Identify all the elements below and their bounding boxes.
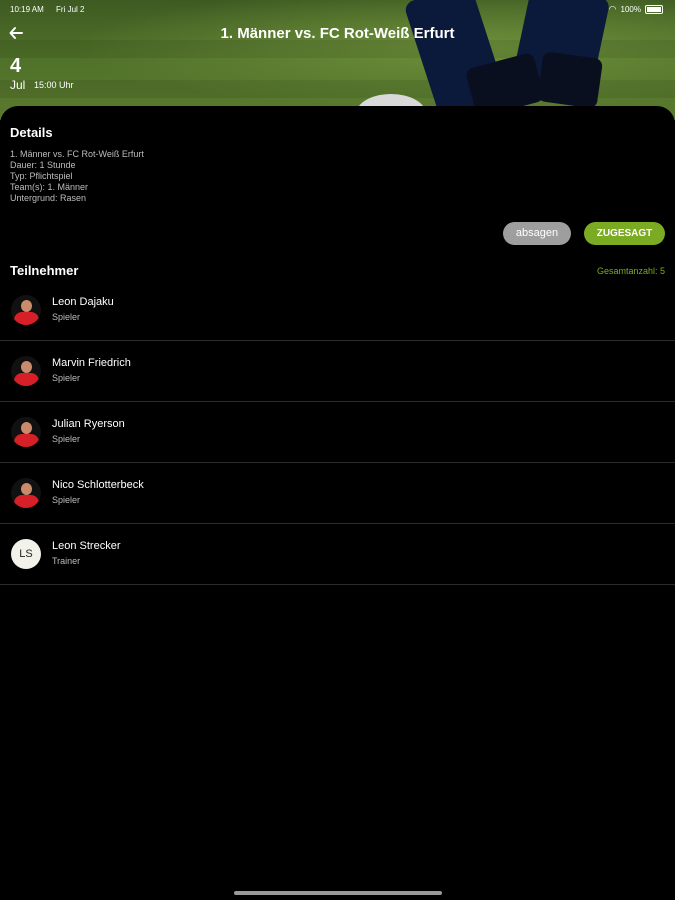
participants-total: Gesamtanzahl: 5 <box>596 266 665 276</box>
detail-line: Untergrund: Rasen <box>10 193 87 203</box>
wifi-icon: ◠ <box>608 3 617 14</box>
accept-button[interactable]: ZUGESAGT <box>584 222 665 245</box>
hero-image <box>0 0 675 120</box>
detail-line: Typ: Pflichtspiel <box>10 171 73 181</box>
status-time: 10:19 AM <box>10 4 44 14</box>
details-text: 1. Männer vs. FC Rot-Weiß Erfurt Dauer: … <box>10 149 144 204</box>
avatar <box>11 295 41 325</box>
status-date: Fri Jul 2 <box>56 4 85 14</box>
participant-name: Leon Dajaku <box>52 296 114 308</box>
participant-name: Julian Ryerson <box>52 418 125 430</box>
participant-role: Spieler <box>52 495 81 505</box>
home-indicator[interactable] <box>234 891 442 895</box>
battery-icon <box>645 4 663 14</box>
participant-name: Nico Schlotterbeck <box>52 479 144 491</box>
page-title: 1. Männer vs. FC Rot-Weiß Erfurt <box>220 25 455 42</box>
participant-role: Spieler <box>52 434 81 444</box>
participant-role: Spieler <box>52 373 81 383</box>
list-item[interactable]: LS Leon Strecker Trainer <box>0 524 675 585</box>
decline-button[interactable]: absagen <box>503 222 571 245</box>
participants-heading: Teilnehmer <box>10 263 79 278</box>
battery-percent: 100% <box>620 4 641 14</box>
details-heading: Details <box>10 125 53 140</box>
avatar-initials: LS <box>11 539 41 569</box>
event-time: 15:00 Uhr <box>34 80 74 90</box>
participant-name: Leon Strecker <box>52 540 121 552</box>
player-sock <box>536 51 604 109</box>
event-month: Jul <box>10 78 26 92</box>
participant-name: Marvin Friedrich <box>52 357 131 369</box>
list-item[interactable]: Nico Schlotterbeck Spieler <box>0 463 675 524</box>
detail-line: Team(s): 1. Männer <box>10 182 89 192</box>
list-item[interactable]: Marvin Friedrich Spieler <box>0 341 675 402</box>
participant-role: Trainer <box>52 556 81 566</box>
avatar <box>11 478 41 508</box>
list-item[interactable]: Leon Dajaku Spieler <box>0 280 675 341</box>
detail-line: 1. Männer vs. FC Rot-Weiß Erfurt <box>10 149 144 159</box>
participant-role: Spieler <box>52 312 81 322</box>
detail-line: Dauer: 1 Stunde <box>10 160 76 170</box>
avatar <box>11 417 41 447</box>
event-day: 4 <box>10 55 22 77</box>
list-item[interactable]: Julian Ryerson Spieler <box>0 402 675 463</box>
avatar <box>11 356 41 386</box>
participants-list: Leon Dajaku Spieler Marvin Friedrich Spi… <box>0 280 675 585</box>
status-bar: 10:19 AM Fri Jul 2 ◠ 100% <box>10 3 663 15</box>
